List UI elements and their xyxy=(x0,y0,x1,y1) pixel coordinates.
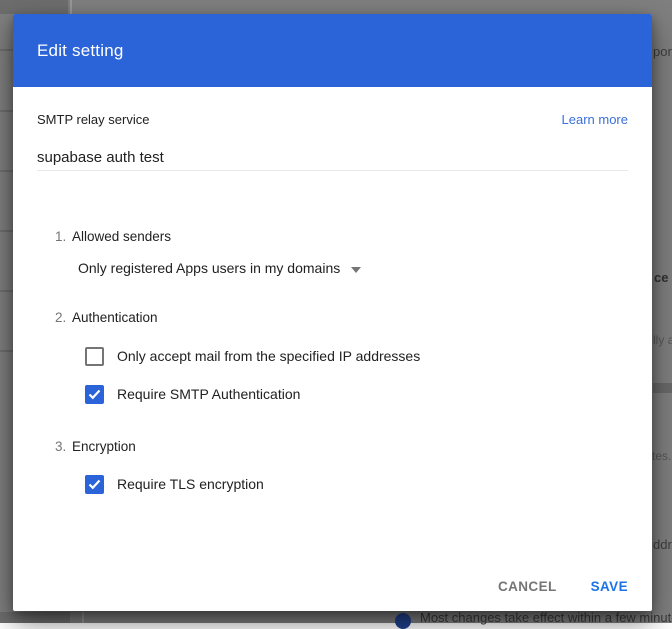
background-text-fragment: lly a xyxy=(653,333,672,347)
save-button[interactable]: SAVE xyxy=(591,579,628,594)
section-name: Authentication xyxy=(72,309,158,326)
setting-name-input[interactable] xyxy=(37,149,628,171)
background-text-fragment: port xyxy=(653,45,672,59)
background-divider xyxy=(70,0,72,14)
checkbox-label: Require TLS encryption xyxy=(117,476,264,493)
settings-sections: 1. Allowed senders Only registered Apps … xyxy=(55,228,628,494)
section-encryption-title: 3. Encryption xyxy=(55,438,628,455)
section-name: Allowed senders xyxy=(72,228,171,245)
background-row-divider xyxy=(0,350,13,352)
background-text-fragment: ddre xyxy=(653,538,672,552)
background-row-divider xyxy=(0,290,13,292)
background-topbar-fragment xyxy=(0,0,68,14)
allowed-senders-dropdown[interactable]: Only registered Apps users in my domains xyxy=(78,260,361,277)
checkbox-label: Only accept mail from the specified IP a… xyxy=(117,348,420,365)
dialog-title: Edit setting xyxy=(37,41,124,61)
background-row-divider xyxy=(0,110,13,112)
dropdown-selected-value: Only registered Apps users in my domains xyxy=(78,260,340,277)
dialog-body: SMTP relay service Learn more 1. Allowed… xyxy=(13,87,652,494)
background-row-divider xyxy=(0,49,13,51)
background-row-band xyxy=(653,383,672,393)
background-row-divider xyxy=(0,170,13,172)
section-allowed-senders-title: 1. Allowed senders xyxy=(55,228,628,245)
section-number: 1. xyxy=(55,228,67,245)
learn-more-link[interactable]: Learn more xyxy=(562,112,628,128)
section-number: 3. xyxy=(55,438,67,455)
dialog-header: Edit setting xyxy=(13,14,652,87)
setting-header-row: SMTP relay service Learn more xyxy=(37,112,628,128)
background-bottom-fragment xyxy=(0,612,70,623)
checkbox-row-tls[interactable]: Require TLS encryption xyxy=(85,475,628,494)
background-row-divider xyxy=(0,230,13,232)
section-name: Encryption xyxy=(72,438,136,455)
background-table-header-fragment: ce xyxy=(654,271,668,285)
setting-type-label: SMTP relay service xyxy=(37,112,149,128)
edit-setting-dialog: Edit setting SMTP relay service Learn mo… xyxy=(13,14,652,611)
background-divider xyxy=(82,612,84,623)
background-text-fragment: tes. xyxy=(652,449,671,463)
checkbox-label: Require SMTP Authentication xyxy=(117,386,300,403)
checkbox-row-smtp-auth[interactable]: Require SMTP Authentication xyxy=(85,385,628,404)
checkbox-row-ip-addresses[interactable]: Only accept mail from the specified IP a… xyxy=(85,347,628,366)
chevron-down-icon xyxy=(351,267,361,273)
checkbox-checked-icon[interactable] xyxy=(85,385,104,404)
section-authentication-title: 2. Authentication xyxy=(55,309,628,326)
dialog-actions: CANCEL SAVE xyxy=(498,579,628,594)
checkbox-unchecked-icon[interactable] xyxy=(85,347,104,366)
checkbox-checked-icon[interactable] xyxy=(85,475,104,494)
cancel-button[interactable]: CANCEL xyxy=(498,579,557,594)
info-icon xyxy=(395,613,411,629)
section-number: 2. xyxy=(55,309,67,326)
